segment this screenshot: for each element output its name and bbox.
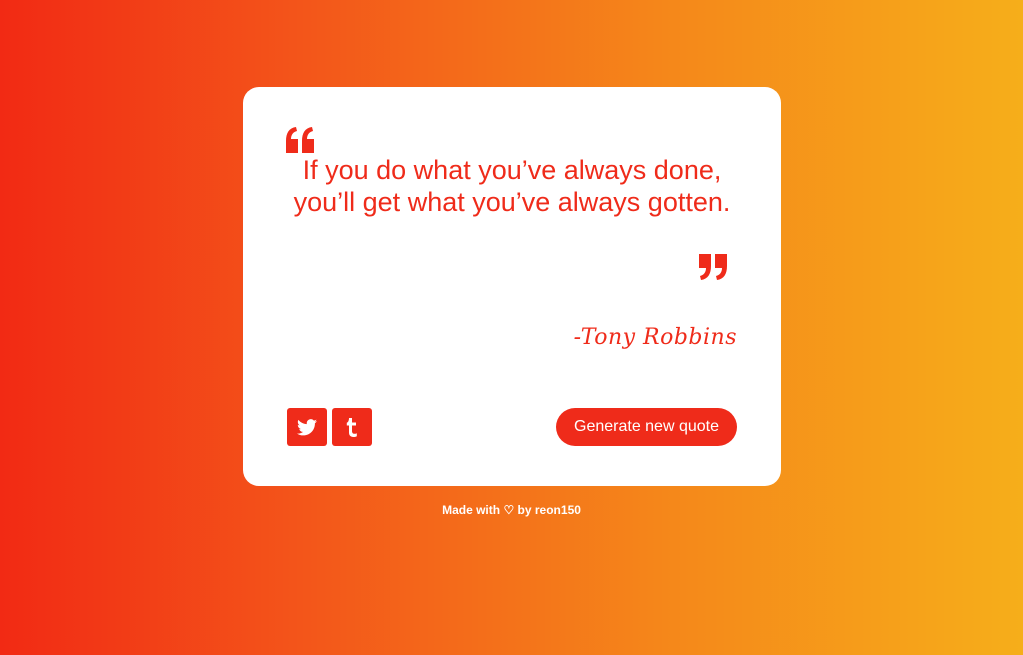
- footer-author: by reon150: [517, 503, 581, 517]
- quote-author: -Tony Robbins: [573, 325, 737, 350]
- tumblr-icon: [346, 417, 358, 437]
- twitter-icon: [297, 418, 317, 436]
- generate-quote-button[interactable]: Generate new quote: [556, 408, 737, 446]
- quote-card: If you do what you’ve always done, you’l…: [243, 87, 781, 486]
- tumblr-button[interactable]: [332, 408, 372, 446]
- footer-credit: Made with ♡ by reon150: [0, 503, 1023, 517]
- quote-right-icon: [699, 254, 727, 280]
- heart-icon: ♡: [503, 503, 515, 517]
- tweet-button[interactable]: [287, 408, 327, 446]
- quote-text: If you do what you’ve always done, you’l…: [293, 155, 731, 217]
- footer-made-with: Made with: [442, 503, 501, 517]
- quote-left-icon: [286, 127, 314, 153]
